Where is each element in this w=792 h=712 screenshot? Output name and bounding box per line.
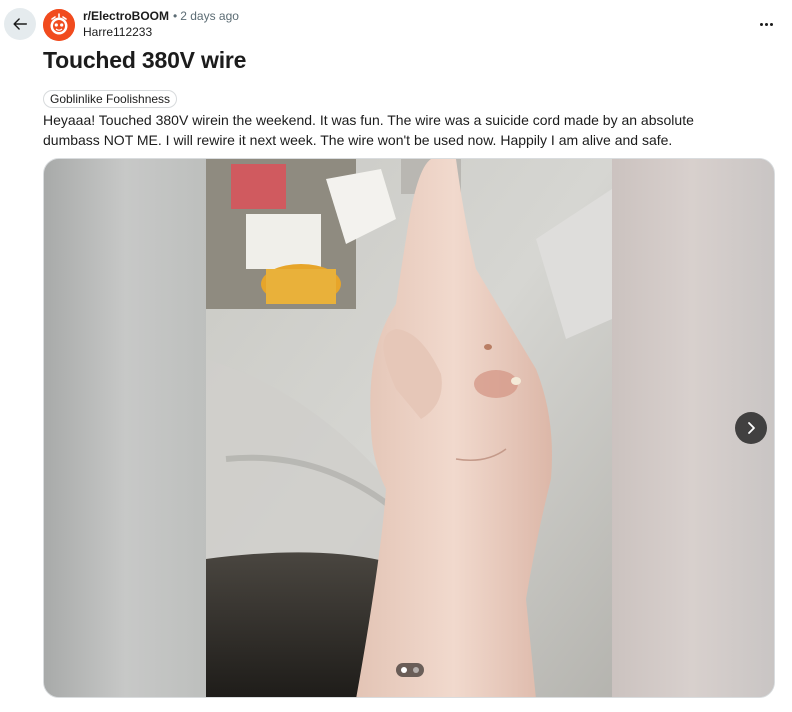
meta-separator: • xyxy=(173,9,178,23)
gallery-next-button[interactable] xyxy=(735,412,767,444)
ellipsis-dot xyxy=(769,22,773,26)
post-page: r/ElectroBOOM • 2 days ago Harre112233 Tou… xyxy=(0,0,792,712)
back-button[interactable] xyxy=(4,8,36,40)
ellipsis-icon xyxy=(759,22,763,26)
arrow-left-icon xyxy=(13,18,28,30)
post-time: 2 days ago xyxy=(180,9,239,23)
gallery-blur-left xyxy=(44,159,207,697)
chevron-right-icon xyxy=(748,422,755,434)
more-options-button[interactable] xyxy=(750,12,782,36)
gallery-pagination xyxy=(396,663,424,677)
post-flair[interactable]: Goblinlike Foolishness xyxy=(43,90,178,108)
author-link[interactable]: Harre112233 xyxy=(83,25,152,40)
pagination-dot-1[interactable] xyxy=(401,667,407,673)
subreddit-avatar[interactable] xyxy=(43,9,75,41)
burned-hand-photo xyxy=(206,159,612,697)
image-gallery[interactable] xyxy=(43,158,775,698)
gallery-image[interactable] xyxy=(206,159,612,697)
post-body: Heyaaa! Touched 380V wirein the weekend.… xyxy=(43,112,694,148)
post-title: Touched 380V wire xyxy=(43,47,247,73)
pagination-dot-2[interactable] xyxy=(413,667,419,673)
ellipsis-dot xyxy=(764,22,768,26)
post-meta: r/ElectroBOOM • 2 days ago xyxy=(83,9,239,24)
electroboom-logo-icon xyxy=(43,9,75,41)
subreddit-link[interactable]: r/ElectroBOOM xyxy=(83,9,169,23)
